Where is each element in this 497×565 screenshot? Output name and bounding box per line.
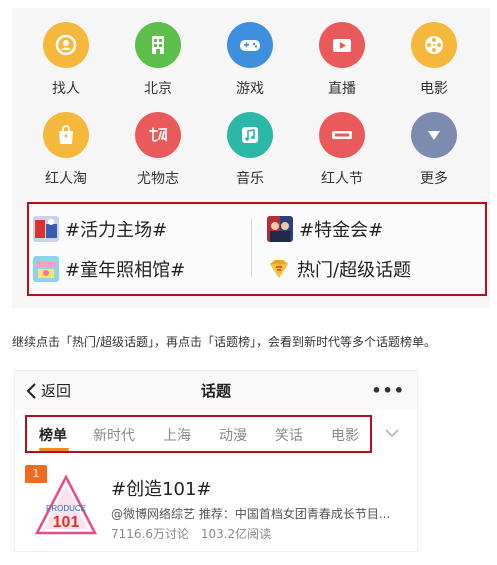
topic-link-tejinhui[interactable]: #特金会# bbox=[267, 212, 383, 246]
card-stats: 7116.6万讨论 103.2亿阅读 bbox=[111, 525, 271, 542]
grid-item-more[interactable]: 更多 bbox=[388, 112, 480, 192]
read-count: 103.2亿阅读 bbox=[200, 527, 272, 541]
grid-item-hongrenjie[interactable]: 红人节 bbox=[296, 112, 388, 192]
grid-item-label: 红人节 bbox=[321, 171, 363, 187]
tab-dianying[interactable]: 电影 bbox=[331, 425, 359, 445]
topic-card[interactable]: PRODUCE 101 1 #创造101# @微博网络综艺 推荐：中国首档女团青… bbox=[15, 461, 417, 551]
cover-text-main: 101 bbox=[53, 514, 80, 531]
active-tab-indicator bbox=[39, 448, 69, 451]
topic-thumbnail bbox=[33, 256, 59, 282]
topic-thumbnail bbox=[33, 216, 59, 242]
expand-tabs-chevron-icon[interactable] bbox=[385, 428, 399, 438]
music-note-icon bbox=[227, 112, 273, 158]
card-description: @微博网络综艺 推荐：中国首档女团青春成长节目... bbox=[111, 507, 391, 521]
tab-xiaohua[interactable]: 笑话 bbox=[275, 425, 303, 445]
hot-topics-box: #活力主场# #特金会# #童年照相馆# 热门/超级话题 bbox=[27, 202, 487, 296]
grid-item-label: 音乐 bbox=[236, 171, 264, 187]
tab-bar: 榜单 新时代 上海 动漫 笑话 电影 bbox=[25, 415, 372, 453]
discover-panel: 找人 北京 游戏 直播 电影 红人淘 尤物志 音乐 红人节 更多 #活力主场# … bbox=[12, 8, 490, 308]
grid-item-label: 直播 bbox=[328, 81, 356, 97]
more-options-button[interactable]: ••• bbox=[371, 381, 405, 400]
icon-grid: 找人 北京 游戏 直播 电影 红人淘 尤物志 音乐 红人节 更多 bbox=[12, 8, 490, 203]
card-title: #创造101# bbox=[111, 479, 212, 500]
topic-link-huolizhuchang[interactable]: #活力主场# bbox=[33, 212, 167, 246]
topic-link-tongnianzhaoxiangguan[interactable]: #童年照相馆# bbox=[33, 252, 185, 286]
grid-item-movies[interactable]: 电影 bbox=[388, 22, 480, 102]
discussion-count: 7116.6万讨论 bbox=[111, 527, 189, 541]
topic-ranking-screen: 返回 话题 ••• 榜单 新时代 上海 动漫 笑话 电影 PRODUCE 101… bbox=[14, 370, 418, 552]
youwu-logo-icon bbox=[135, 112, 181, 158]
grid-item-games[interactable]: 游戏 bbox=[204, 22, 296, 102]
chevron-down-icon bbox=[411, 112, 457, 158]
grid-item-label: 尤物志 bbox=[137, 171, 179, 187]
gamepad-icon bbox=[227, 22, 273, 68]
topic-label: #活力主场# bbox=[65, 220, 168, 241]
grid-item-live[interactable]: 直播 bbox=[296, 22, 388, 102]
topic-link-hot-super-topics[interactable]: 热门/超级话题 bbox=[267, 252, 411, 286]
live-video-icon bbox=[319, 22, 365, 68]
film-reel-icon bbox=[411, 22, 457, 68]
rank-badge: 1 bbox=[25, 465, 47, 483]
grid-item-label: 更多 bbox=[420, 171, 448, 187]
grid-item-beijing[interactable]: 北京 bbox=[112, 22, 204, 102]
find-people-icon bbox=[43, 22, 89, 68]
grid-item-label: 找人 bbox=[52, 81, 80, 97]
topic-label: #特金会# bbox=[299, 220, 384, 241]
topic-divider bbox=[251, 218, 252, 278]
nav-bar: 返回 话题 ••• bbox=[15, 371, 417, 409]
grid-item-find-people[interactable]: 找人 bbox=[20, 22, 112, 102]
tab-bangdan[interactable]: 榜单 bbox=[39, 425, 67, 445]
hot-diamond-icon bbox=[267, 258, 291, 280]
grid-item-label: 游戏 bbox=[236, 81, 264, 97]
grid-item-hongrentao[interactable]: 红人淘 bbox=[20, 112, 112, 192]
topic-label: 热门/超级话题 bbox=[297, 260, 412, 281]
grid-item-music[interactable]: 音乐 bbox=[204, 112, 296, 192]
grid-item-label: 电影 bbox=[420, 81, 448, 97]
city-building-icon bbox=[135, 22, 181, 68]
tab-shanghai[interactable]: 上海 bbox=[163, 425, 191, 445]
grid-item-label: 北京 bbox=[144, 81, 172, 97]
page-title: 话题 bbox=[200, 382, 231, 400]
instruction-caption: 继续点击「热门/超级话题」，再点击「话题榜」，会看到新时代等多个话题榜单。 bbox=[12, 335, 437, 349]
tab-xinshidai[interactable]: 新时代 bbox=[93, 425, 135, 445]
grid-item-label: 红人淘 bbox=[45, 171, 87, 187]
hongrenjie-logo-icon bbox=[319, 112, 365, 158]
topic-thumbnail bbox=[267, 216, 293, 242]
cover-text-top: PRODUCE bbox=[46, 504, 86, 513]
tab-dongman[interactable]: 动漫 bbox=[219, 425, 247, 445]
shopping-bag-icon bbox=[43, 112, 89, 158]
grid-item-youwuzhi[interactable]: 尤物志 bbox=[112, 112, 204, 192]
topic-label: #童年照相馆# bbox=[65, 260, 186, 281]
